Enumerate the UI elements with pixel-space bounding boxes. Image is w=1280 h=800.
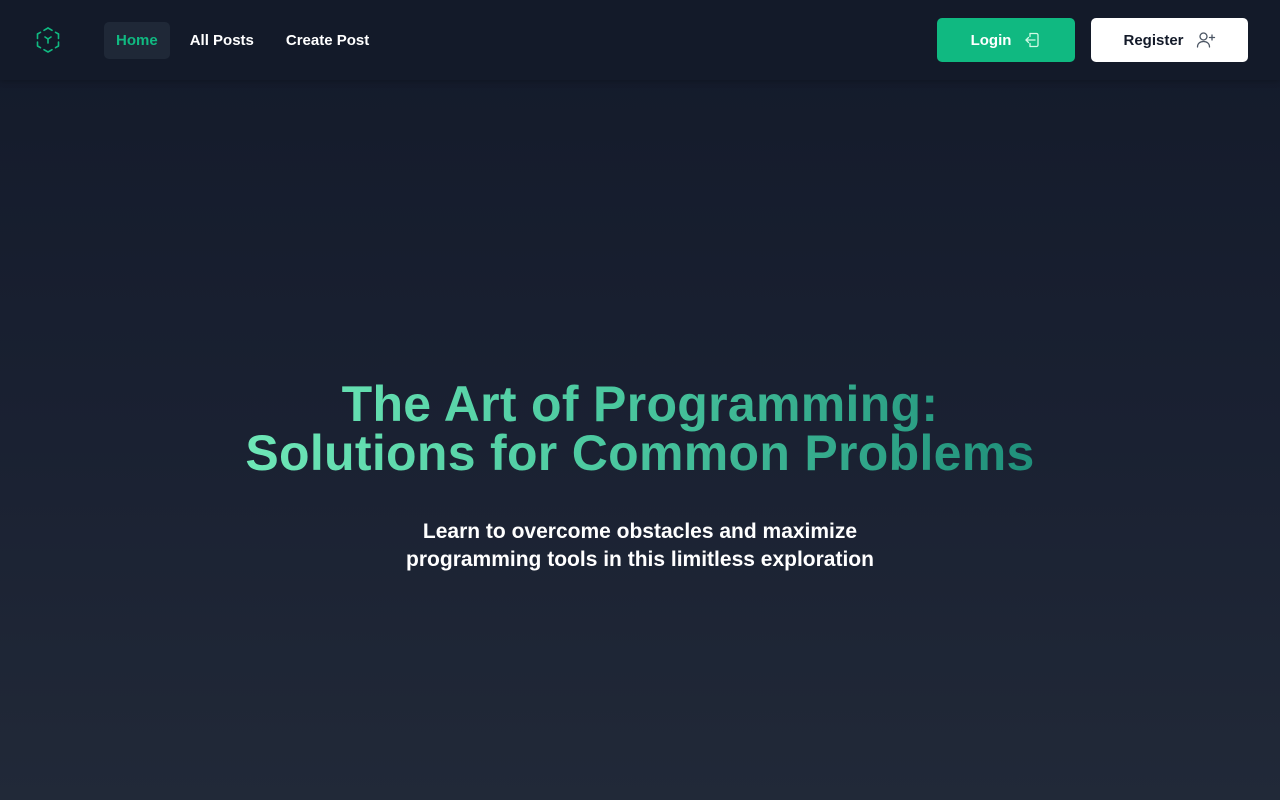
hero-section: The Art of Programming: Solutions for Co…: [0, 380, 1280, 574]
main-nav: Home All Posts Create Post: [104, 21, 381, 59]
login-button-label: Login: [970, 31, 1012, 49]
register-button[interactable]: Register: [1091, 18, 1248, 62]
hero-subtitle-line-1: Learn to overcome obstacles and maximize: [422, 520, 858, 543]
hero-title-line-2: Solutions for Common Problems: [245, 425, 1035, 481]
register-button-label: Register: [1123, 31, 1184, 49]
cube-logo-icon[interactable]: [32, 24, 64, 56]
navbar: Home All Posts Create Post Login Registe…: [0, 0, 1280, 80]
login-button[interactable]: Login: [937, 18, 1075, 62]
hero-subtitle-line-2: programming tools in this limitless expl…: [406, 548, 874, 571]
hero-title-line-1: The Art of Programming:: [341, 376, 939, 432]
nav-link-all-posts[interactable]: All Posts: [178, 22, 266, 59]
login-arrow-icon: [1023, 31, 1041, 49]
nav-link-create-post[interactable]: Create Post: [274, 22, 381, 59]
user-plus-icon: [1196, 31, 1216, 49]
hero-subtitle: Learn to overcome obstacles and maximize…: [0, 518, 1280, 574]
nav-link-home[interactable]: Home: [104, 21, 170, 59]
hero-title: The Art of Programming: Solutions for Co…: [245, 380, 1034, 478]
auth-actions: Login Register: [937, 18, 1248, 62]
